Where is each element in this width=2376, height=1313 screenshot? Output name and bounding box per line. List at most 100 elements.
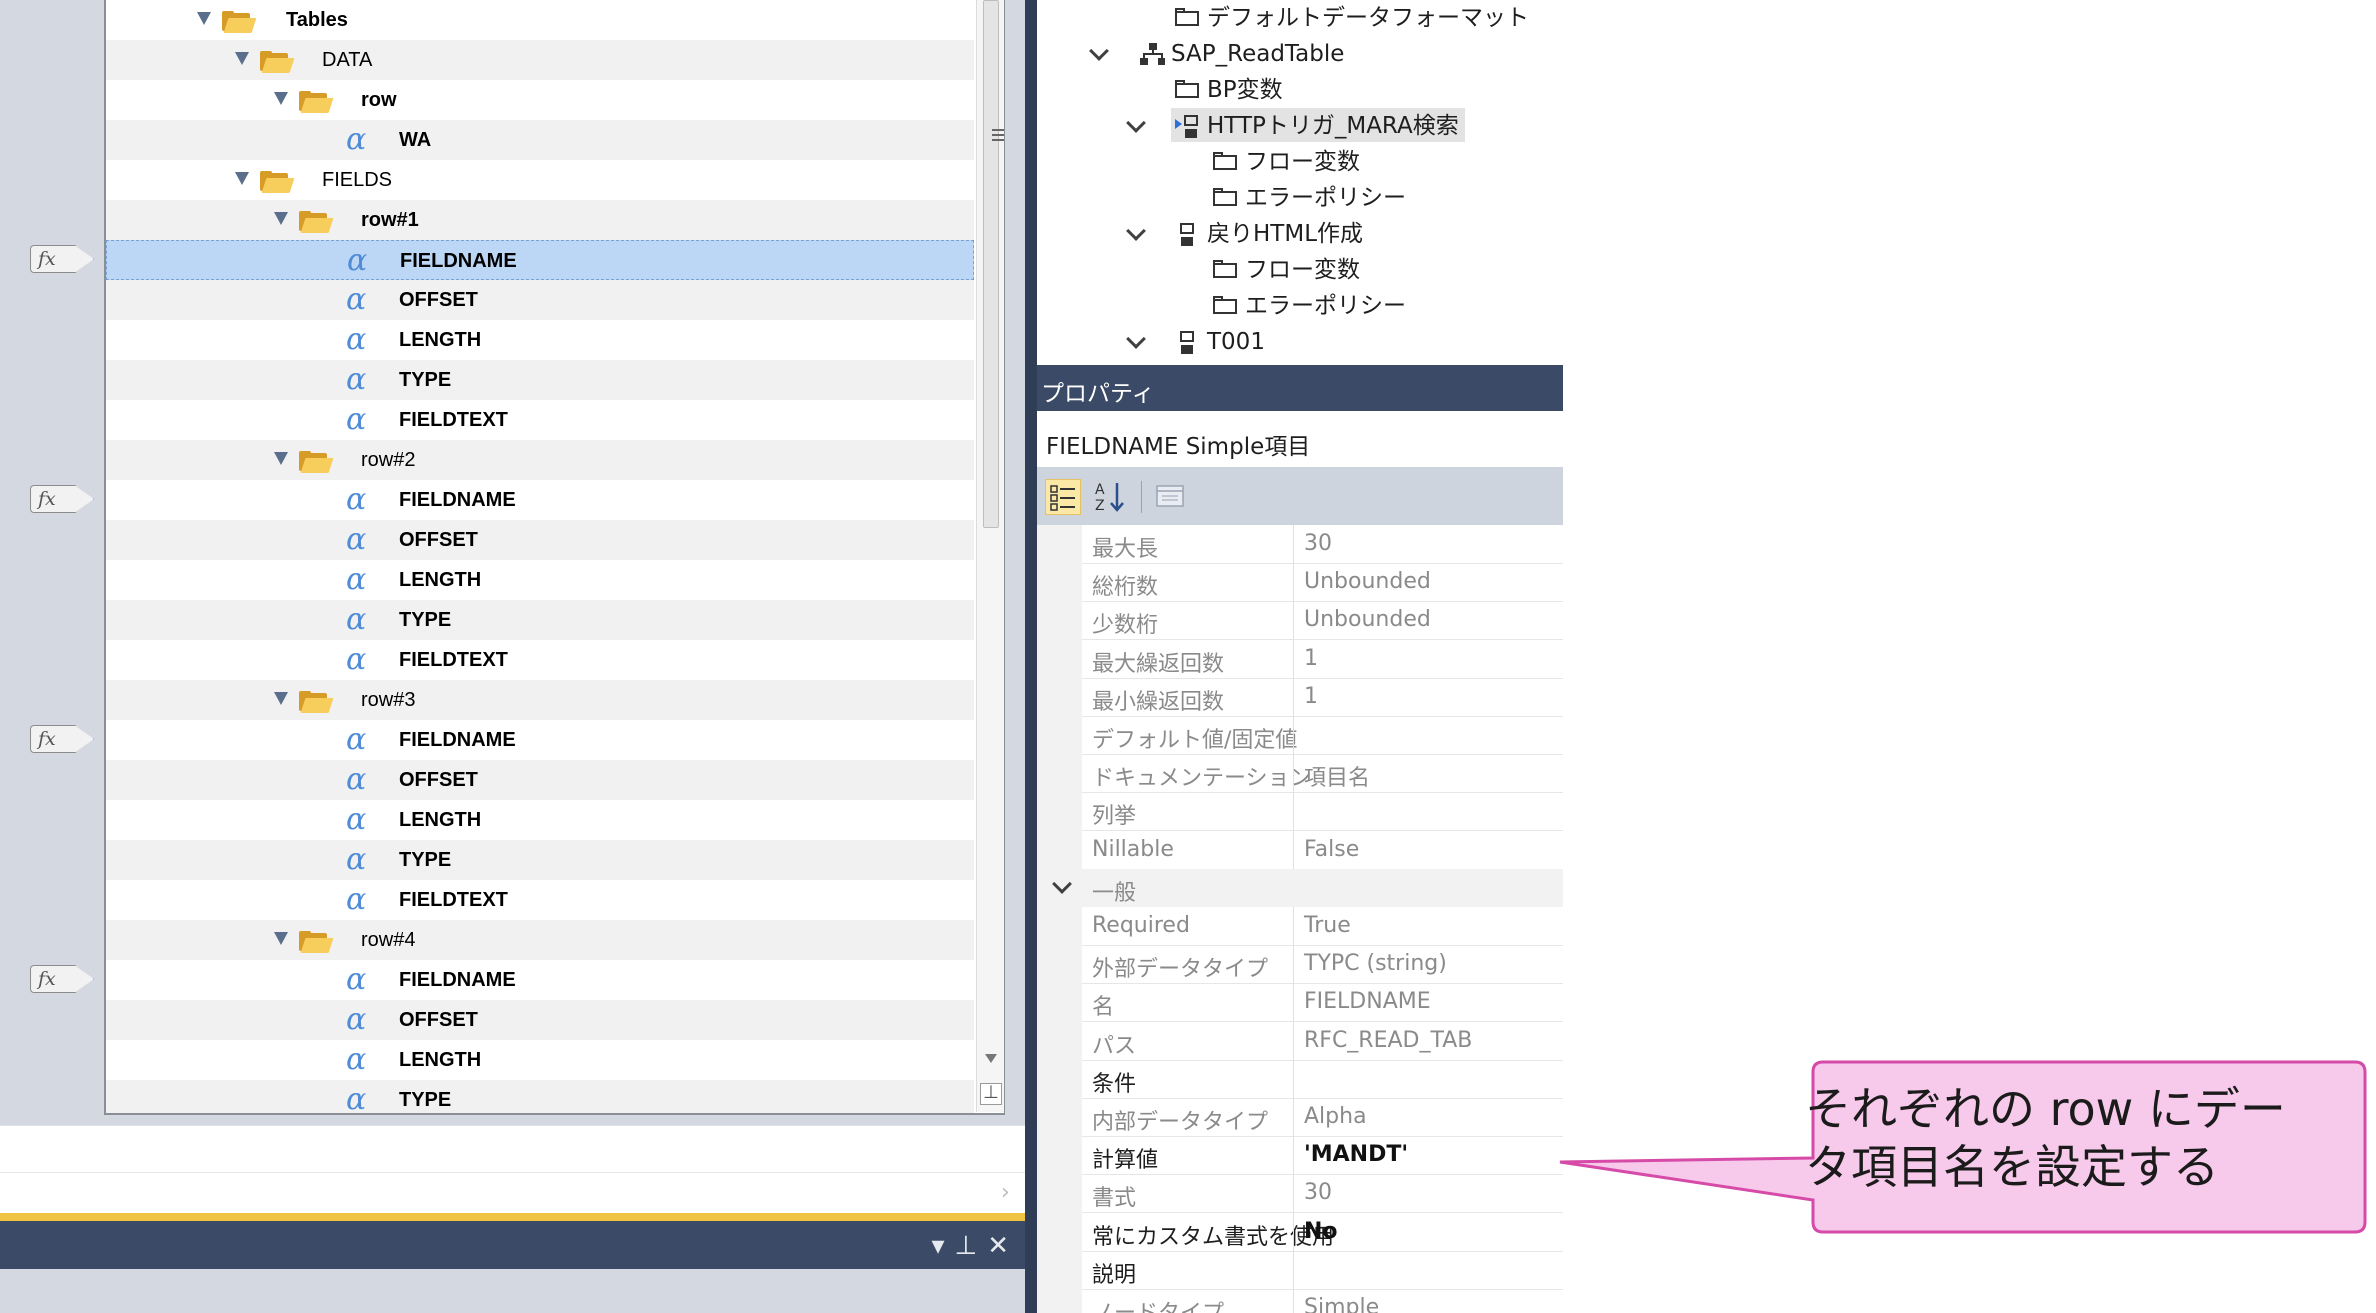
tree-field-row[interactable]: α WA: [106, 120, 974, 160]
formula-button[interactable]: fx: [30, 245, 94, 275]
scroll-end-button[interactable]: ⊥: [980, 1083, 1002, 1105]
tree-field-row[interactable]: α FIELDTEXT: [106, 400, 974, 440]
expand-triangle-icon[interactable]: [274, 692, 288, 705]
tree-folder-row[interactable]: row#4: [106, 920, 974, 960]
formula-button[interactable]: fx: [30, 485, 94, 515]
tree-field-row[interactable]: α FIELDNAME: [106, 480, 974, 520]
tree-folder-row[interactable]: DATA: [106, 40, 974, 80]
property-row[interactable]: Nillable False: [1082, 830, 1563, 870]
solution-tree-item[interactable]: BP変数: [1037, 72, 1563, 108]
chevron-down-icon[interactable]: [1126, 221, 1146, 241]
property-row[interactable]: 少数桁 Unbounded: [1082, 601, 1563, 641]
tree-folder-row[interactable]: row: [106, 80, 974, 120]
pin-icon[interactable]: ⊥: [955, 1231, 988, 1261]
expand-triangle-icon[interactable]: [197, 12, 211, 25]
solution-tree-item[interactable]: エラーポリシー: [1037, 288, 1563, 324]
chevron-down-icon[interactable]: [1126, 329, 1146, 349]
property-value[interactable]: 30: [1304, 1180, 1332, 1205]
tree-field-row[interactable]: α FIELDNAME: [106, 720, 974, 760]
property-row[interactable]: 常にカスタム書式を使用 No: [1082, 1212, 1563, 1252]
expand-triangle-icon[interactable]: [274, 92, 288, 105]
expand-triangle-icon[interactable]: [235, 172, 249, 185]
tree-scrollbar[interactable]: ⊥: [976, 0, 1004, 1112]
property-value[interactable]: TYPC (string): [1304, 951, 1447, 976]
scrollbar-thumb[interactable]: [983, 0, 1004, 528]
close-icon[interactable]: ✕: [987, 1231, 1019, 1261]
property-row[interactable]: 最小繰返回数 1: [1082, 677, 1563, 717]
property-value[interactable]: Alpha: [1304, 1104, 1367, 1129]
tree-field-row[interactable]: α LENGTH: [106, 560, 974, 600]
formula-button[interactable]: fx: [30, 725, 94, 755]
property-row[interactable]: 列挙: [1082, 792, 1563, 832]
tree-field-row[interactable]: α LENGTH: [106, 1040, 974, 1080]
pane-splitter[interactable]: [1025, 0, 1037, 1313]
solution-tree-item[interactable]: HTTPトリガ_MARA検索: [1037, 108, 1563, 144]
property-row[interactable]: デフォルト値/固定値: [1082, 716, 1563, 755]
property-value[interactable]: 1: [1304, 684, 1318, 709]
property-row[interactable]: 説明: [1082, 1250, 1563, 1290]
tree-folder-row[interactable]: Tables: [106, 0, 974, 40]
property-value[interactable]: Unbounded: [1304, 607, 1431, 632]
solution-tree-item[interactable]: デフォルトデータフォーマット: [1037, 0, 1563, 36]
property-row[interactable]: 外部データタイプ TYPC (string): [1082, 945, 1563, 985]
property-value[interactable]: True: [1304, 913, 1351, 938]
property-row[interactable]: 条件: [1082, 1059, 1563, 1099]
property-value[interactable]: 項目名: [1304, 760, 1370, 792]
solution-tree-item[interactable]: エラーポリシー: [1037, 180, 1563, 216]
tree-field-row[interactable]: α OFFSET: [106, 760, 974, 800]
property-row[interactable]: 計算値 'MANDT': [1082, 1136, 1563, 1176]
tree-folder-row[interactable]: row#2: [106, 440, 974, 480]
chevron-right-icon[interactable]: ›: [1001, 1180, 1010, 1205]
tree-folder-row[interactable]: row#3: [106, 680, 974, 720]
chevron-down-icon[interactable]: [1089, 41, 1109, 61]
tree-field-row[interactable]: α OFFSET: [106, 280, 974, 320]
property-row[interactable]: ノードタイプ Simple: [1082, 1289, 1563, 1313]
formula-button[interactable]: fx: [30, 965, 94, 995]
property-value[interactable]: 30: [1304, 531, 1332, 556]
property-value[interactable]: No: [1304, 1219, 1338, 1244]
tree-folder-row[interactable]: row#1: [106, 200, 974, 240]
property-row[interactable]: 最大繰返回数 1: [1082, 639, 1563, 679]
scroll-down-icon[interactable]: [985, 1054, 997, 1063]
tree-field-row[interactable]: α FIELDNAME: [106, 240, 974, 280]
solution-tree-item[interactable]: SAP_ReadTable: [1037, 36, 1563, 72]
property-row[interactable]: 名 FIELDNAME: [1082, 983, 1563, 1023]
tree-field-row[interactable]: α FIELDTEXT: [106, 640, 974, 680]
categorized-view-button[interactable]: [1045, 479, 1081, 515]
solution-tree-item[interactable]: フロー変数: [1037, 144, 1563, 180]
property-row[interactable]: パス RFC_READ_TAB: [1082, 1021, 1563, 1061]
tree-field-row[interactable]: α OFFSET: [106, 1000, 974, 1040]
expand-triangle-icon[interactable]: [274, 452, 288, 465]
expand-triangle-icon[interactable]: [274, 212, 288, 225]
tree-field-row[interactable]: α FIELDTEXT: [106, 880, 974, 920]
property-pages-button[interactable]: [1153, 479, 1189, 515]
property-category-row[interactable]: 一般: [1037, 868, 1563, 907]
expand-triangle-icon[interactable]: [274, 932, 288, 945]
tree-field-row[interactable]: α TYPE: [106, 1080, 974, 1113]
property-value[interactable]: Simple: [1304, 1295, 1379, 1313]
solution-tree-item[interactable]: フロー変数: [1037, 252, 1563, 288]
tree-folder-row[interactable]: FIELDS: [106, 160, 974, 200]
property-value[interactable]: RFC_READ_TAB: [1304, 1028, 1472, 1053]
expand-triangle-icon[interactable]: [235, 52, 249, 65]
alphabetical-view-button[interactable]: A Z: [1093, 479, 1129, 515]
property-row[interactable]: 内部データタイプ Alpha: [1082, 1098, 1563, 1137]
tree-field-row[interactable]: α OFFSET: [106, 520, 974, 560]
chevron-down-icon[interactable]: [1126, 113, 1146, 133]
tree-field-row[interactable]: α TYPE: [106, 600, 974, 640]
property-value[interactable]: FIELDNAME: [1304, 989, 1431, 1014]
tree-field-row[interactable]: α TYPE: [106, 360, 974, 400]
solution-tree-item[interactable]: T001: [1037, 324, 1563, 360]
chevron-down-icon[interactable]: [1052, 873, 1072, 894]
solution-tree-item[interactable]: 戻りHTML作成: [1037, 216, 1563, 252]
tree-field-row[interactable]: α FIELDNAME: [106, 960, 974, 1000]
tree-field-row[interactable]: α TYPE: [106, 840, 974, 880]
property-value[interactable]: False: [1304, 837, 1359, 862]
property-row[interactable]: Required True: [1082, 907, 1563, 946]
property-value[interactable]: 'MANDT': [1304, 1142, 1408, 1167]
property-row[interactable]: ドキュメンテーション 項目名: [1082, 754, 1563, 794]
tree-field-row[interactable]: α LENGTH: [106, 320, 974, 360]
property-row[interactable]: 最大長 30: [1082, 525, 1563, 564]
property-value[interactable]: 1: [1304, 646, 1318, 671]
property-value[interactable]: Unbounded: [1304, 569, 1431, 594]
